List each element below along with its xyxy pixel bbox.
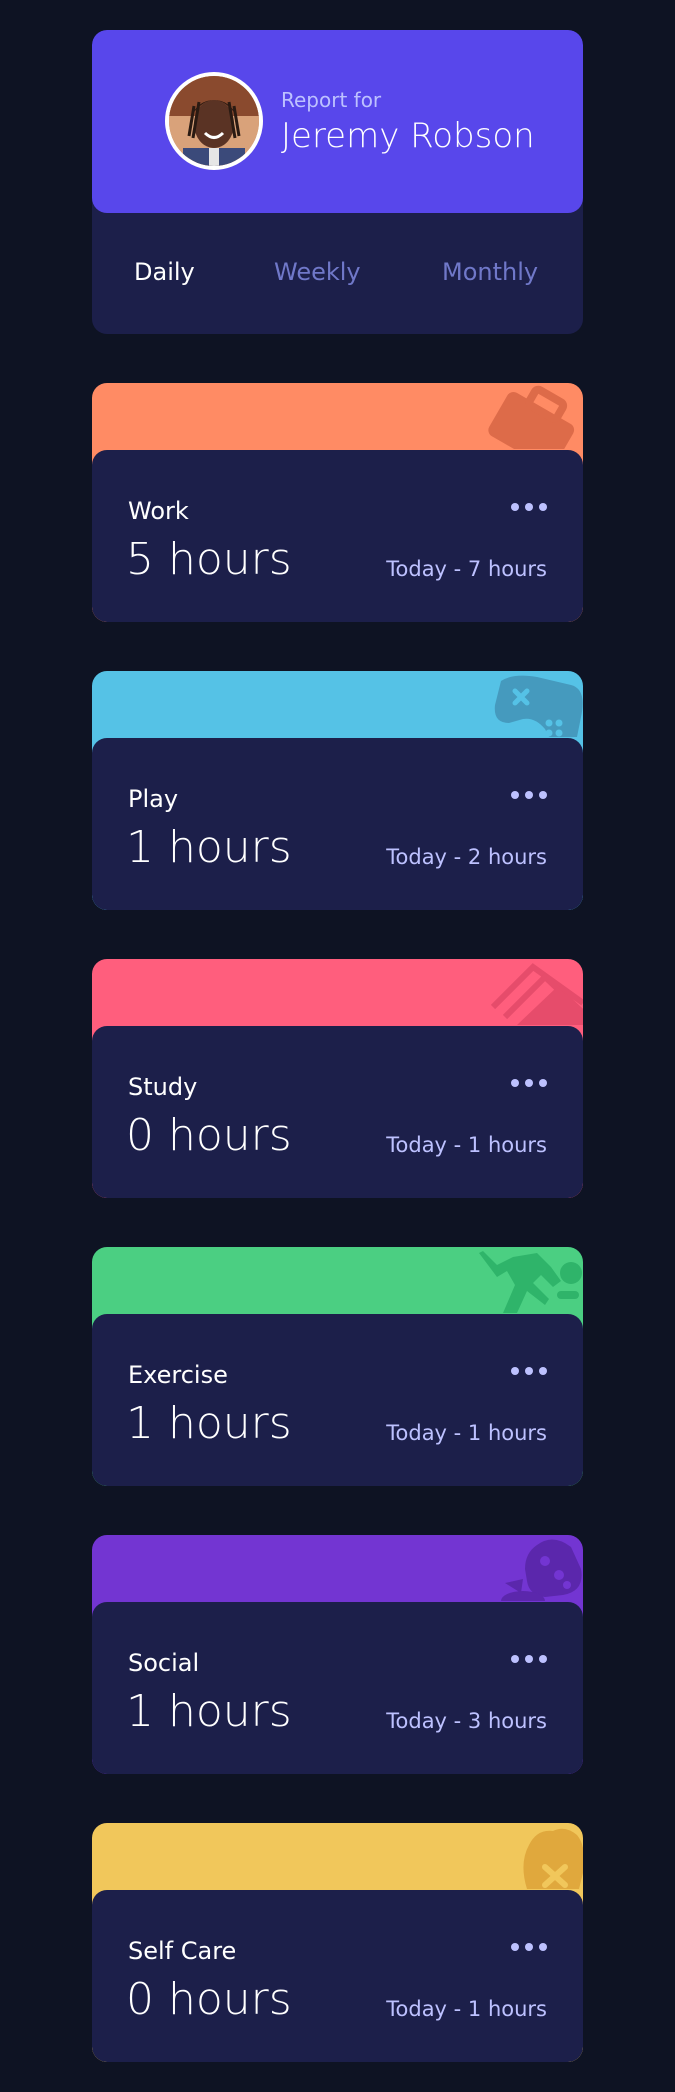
chat-icon <box>501 1539 582 1601</box>
activity-card-work: Work 5 hours Today - 7 hours <box>92 383 583 622</box>
activity-previous: Today - 1 hours <box>386 1133 547 1157</box>
user-avatar-icon <box>169 76 259 166</box>
profile-header: Report for Jeremy Robson <box>92 30 583 213</box>
briefcase-icon <box>488 385 575 449</box>
more-options-icon[interactable] <box>511 1361 547 1381</box>
activity-title: Play <box>128 785 179 813</box>
activity-title: Social <box>128 1649 200 1677</box>
activity-previous: Today - 1 hours <box>386 1421 547 1445</box>
books-icon <box>490 963 583 1025</box>
activity-card-study: Study 0 hours Today - 1 hours <box>92 959 583 1198</box>
activity-card-body: Play 1 hours Today - 2 hours <box>92 738 583 910</box>
activity-hours: 5 hours <box>126 534 292 585</box>
avatar <box>165 72 263 170</box>
activity-title: Work <box>128 497 189 525</box>
activity-card-social: Social 1 hours Today - 3 hours <box>92 1535 583 1774</box>
activity-previous: Today - 2 hours <box>386 845 547 869</box>
profile-card: Report for Jeremy Robson <box>92 30 583 334</box>
tracker-dashboard: Report for Jeremy Robson Daily Weekly Mo… <box>92 30 583 2062</box>
more-options-icon[interactable] <box>511 1073 547 1093</box>
tab-daily[interactable]: Daily <box>134 258 195 286</box>
activity-previous: Today - 7 hours <box>386 557 547 581</box>
activity-card-body: Self Care 0 hours Today - 1 hours <box>92 1890 583 2062</box>
more-options-icon[interactable] <box>511 1937 547 1957</box>
running-icon <box>479 1251 582 1313</box>
activity-card-body: Exercise 1 hours Today - 1 hours <box>92 1314 583 1486</box>
tab-weekly[interactable]: Weekly <box>274 258 361 286</box>
activity-card-body: Study 0 hours Today - 1 hours <box>92 1026 583 1198</box>
activity-card-self-care: Self Care 0 hours Today - 1 hours <box>92 1823 583 2062</box>
activity-title: Study <box>128 1073 198 1101</box>
activity-title: Self Care <box>128 1937 237 1965</box>
activity-hours: 0 hours <box>126 1974 292 2025</box>
activity-previous: Today - 3 hours <box>386 1709 547 1733</box>
more-options-icon[interactable] <box>511 785 547 805</box>
activity-card-play: Play 1 hours Today - 2 hours <box>92 671 583 910</box>
activity-title: Exercise <box>128 1361 228 1389</box>
activity-previous: Today - 1 hours <box>386 1997 547 2021</box>
activity-hours: 1 hours <box>126 822 292 873</box>
activity-hours: 1 hours <box>126 1686 292 1737</box>
activity-hours: 0 hours <box>126 1110 292 1161</box>
user-name: Jeremy Robson <box>281 116 535 156</box>
more-options-icon[interactable] <box>511 1649 547 1669</box>
more-options-icon[interactable] <box>511 497 547 517</box>
activity-card-exercise: Exercise 1 hours Today - 1 hours <box>92 1247 583 1486</box>
gamepad-icon <box>494 675 583 737</box>
tab-monthly[interactable]: Monthly <box>442 258 538 286</box>
heart-icon <box>523 1828 583 1889</box>
activity-card-body: Work 5 hours Today - 7 hours <box>92 450 583 622</box>
activity-card-body: Social 1 hours Today - 3 hours <box>92 1602 583 1774</box>
activity-hours: 1 hours <box>126 1398 292 1449</box>
report-for-label: Report for <box>281 88 382 112</box>
